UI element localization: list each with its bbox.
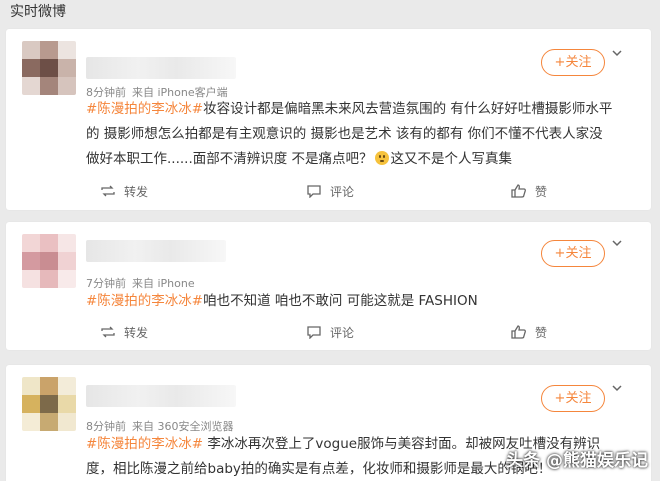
post-text-line: 这又不是个人写真集 xyxy=(390,151,513,167)
hashtag-link[interactable]: #陈漫拍的李冰冰# xyxy=(86,101,203,117)
like-label: 赞 xyxy=(535,184,548,199)
repost-icon xyxy=(101,185,115,197)
comment-button[interactable]: 评论 xyxy=(306,324,354,341)
post-text: #陈漫拍的李冰冰#咱也不知道 咱也不敢问 可能这就是 FASHION xyxy=(86,289,625,314)
hashtag-link[interactable]: #陈漫拍的李冰冰# xyxy=(86,293,203,309)
repost-button[interactable]: 转发 xyxy=(100,183,148,200)
thumbs-up-icon xyxy=(511,184,526,198)
chevron-down-icon[interactable] xyxy=(611,382,623,394)
avatar[interactable] xyxy=(22,377,76,431)
like-button[interactable]: 赞 xyxy=(511,183,547,200)
post-card: 8分钟前 来自 iPhone客户端 +关注 #陈漫拍的李冰冰#妆容设计都是偏暗黑未… xyxy=(6,29,651,210)
action-bar: 转发 评论 赞 xyxy=(6,321,651,343)
repost-button[interactable]: 转发 xyxy=(100,324,148,341)
username-blurred[interactable] xyxy=(86,57,236,79)
avatar[interactable] xyxy=(22,234,76,288)
repost-label: 转发 xyxy=(124,184,149,199)
follow-button[interactable]: +关注 xyxy=(541,385,605,412)
post-text: #陈漫拍的李冰冰#妆容设计都是偏暗黑未来风去营造氛围的 有什么好好吐槽摄影师水平… xyxy=(86,97,625,172)
thumbs-up-icon xyxy=(511,325,526,339)
username-blurred[interactable] xyxy=(86,240,226,262)
post-text-line: 咱也不知道 咱也不敢问 可能这就是 FASHION xyxy=(203,293,478,309)
follow-button[interactable]: +关注 xyxy=(541,240,605,267)
follow-button[interactable]: +关注 xyxy=(541,49,605,76)
post-text-line: 做好本职工作......面部不清辨识度 不是痛点吧？ xyxy=(86,151,373,167)
repost-label: 转发 xyxy=(124,325,149,340)
weibo-realtime-feed: 实时微博 8分钟前 来自 iPhone客户端 +关注 #陈漫拍的李冰冰#妆容设计都… xyxy=(0,0,660,481)
watermark: 头条 @熊猫娱乐记 xyxy=(506,451,648,471)
post-text-line: 妆容设计都是偏暗黑未来风去营造氛围的 有什么好好吐槽摄影师水平 xyxy=(203,101,613,117)
username-blurred[interactable] xyxy=(86,385,236,407)
comment-button[interactable]: 评论 xyxy=(306,183,354,200)
like-label: 赞 xyxy=(535,325,548,340)
chevron-down-icon[interactable] xyxy=(611,47,623,59)
chevron-down-icon[interactable] xyxy=(611,237,623,249)
repost-icon xyxy=(101,326,115,338)
comment-icon xyxy=(307,185,321,198)
post-text-line: 的 摄影师想怎么拍都是有主观意识的 摄影也是艺术 该有的都有 你们不懂不代表人家… xyxy=(86,126,603,142)
post-card: 7分钟前 来自 iPhone +关注 #陈漫拍的李冰冰#咱也不知道 咱也不敢问 可… xyxy=(6,222,651,350)
section-title: 实时微博 xyxy=(10,4,66,20)
hashtag-link[interactable]: #陈漫拍的李冰冰# xyxy=(86,436,203,452)
comment-icon xyxy=(307,326,321,339)
action-bar: 转发 评论 赞 xyxy=(6,180,651,202)
comment-label: 评论 xyxy=(330,184,355,199)
like-button[interactable]: 赞 xyxy=(511,324,547,341)
thinking-face-icon xyxy=(374,151,389,165)
comment-label: 评论 xyxy=(330,325,355,340)
avatar[interactable] xyxy=(22,41,76,95)
